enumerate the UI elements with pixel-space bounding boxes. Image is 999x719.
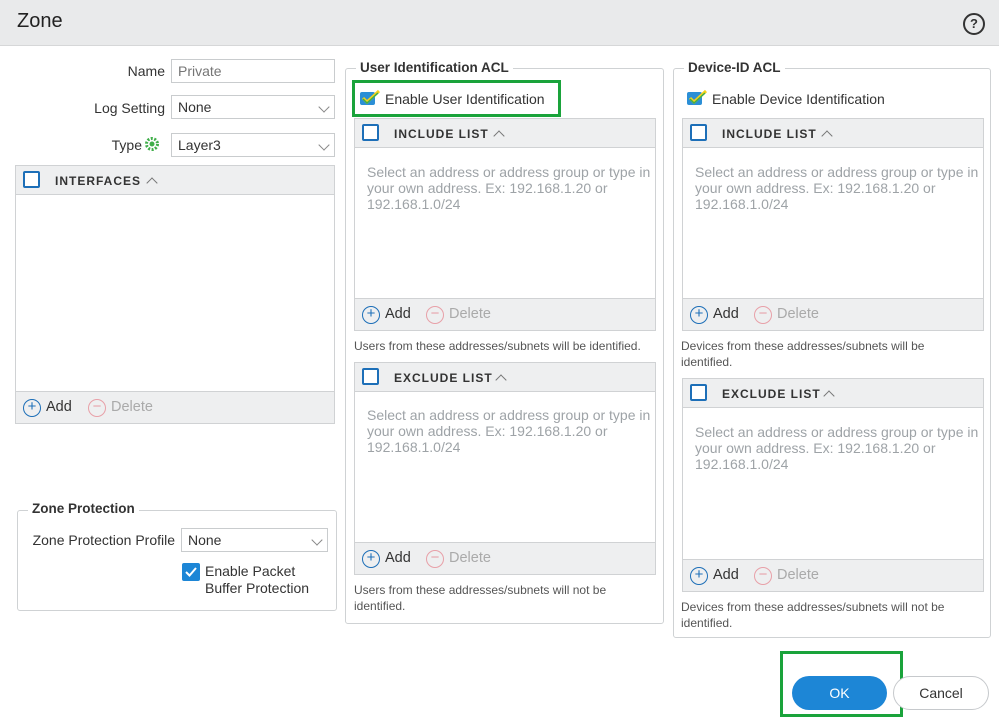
interfaces-footer: + Add − Delete (15, 392, 335, 424)
zone-protection-profile-select[interactable]: None (181, 528, 328, 552)
user-exclude-note: Users from these addresses/subnets will … (354, 583, 607, 613)
packet-buffer-label: Enable Packet Buffer Protection (205, 563, 309, 597)
delete-icon: − (88, 399, 106, 417)
interfaces-select-all-checkbox[interactable] (23, 171, 40, 188)
user-exclude-add-button[interactable]: Add (385, 550, 411, 566)
device-exclude-select-all-checkbox[interactable] (690, 384, 707, 401)
dialog-titlebar (0, 0, 999, 46)
interfaces-header: INTERFACES (15, 165, 335, 195)
zone-protection-legend: Zone Protection (28, 501, 139, 516)
device-exclude-list[interactable]: Select an address or address group or ty… (682, 408, 984, 560)
interfaces-list[interactable] (15, 195, 335, 392)
user-include-hint: Select an address or address group or ty… (367, 164, 651, 212)
add-icon[interactable]: + (23, 399, 41, 417)
device-exclude-add-button[interactable]: Add (713, 567, 739, 583)
device-include-list[interactable]: Select an address or address group or ty… (682, 148, 984, 299)
type-value: Layer3 (178, 137, 221, 153)
user-exclude-delete-button: Delete (449, 550, 491, 566)
zone-protection-profile-value: None (188, 532, 222, 548)
device-include-header-label: INCLUDE LIST (722, 127, 817, 141)
user-include-select-all-checkbox[interactable] (362, 124, 379, 141)
delete-icon: − (754, 306, 772, 324)
user-exclude-select-all-checkbox[interactable] (362, 368, 379, 385)
sort-up-icon[interactable] (495, 374, 507, 386)
device-include-note: Devices from these addresses/subnets wil… (681, 339, 925, 369)
chevron-down-icon (318, 101, 330, 113)
name-label: Name (127, 63, 165, 79)
user-include-header: INCLUDE LIST (354, 118, 656, 148)
user-include-delete-button: Delete (449, 306, 491, 322)
interfaces-delete-button: Delete (111, 399, 153, 415)
name-input[interactable] (171, 59, 335, 83)
device-include-select-all-checkbox[interactable] (690, 124, 707, 141)
add-icon[interactable]: + (690, 567, 708, 585)
log-setting-label: Log Setting (94, 100, 165, 116)
chevron-down-icon (311, 534, 323, 546)
device-include-footer: + Add − Delete (682, 299, 984, 331)
device-include-delete-button: Delete (777, 306, 819, 322)
user-exclude-header-label: EXCLUDE LIST (394, 371, 493, 385)
sort-up-icon[interactable] (493, 130, 505, 142)
dialog-title: Zone (17, 10, 63, 32)
packet-buffer-label-line1: Enable Packet (205, 563, 296, 579)
ok-button[interactable]: OK (792, 676, 887, 710)
user-include-add-button[interactable]: Add (385, 306, 411, 322)
log-setting-value: None (178, 99, 212, 115)
checkmark-icon (185, 567, 197, 577)
checkbox-checked-icon[interactable] (686, 89, 708, 107)
device-exclude-hint: Select an address or address group or ty… (695, 424, 979, 472)
device-include-add-button[interactable]: Add (713, 306, 739, 322)
user-include-list[interactable]: Select an address or address group or ty… (354, 148, 656, 299)
enable-user-id-label[interactable]: Enable User Identification (385, 91, 545, 107)
delete-icon: − (754, 567, 772, 585)
user-exclude-list[interactable]: Select an address or address group or ty… (354, 392, 656, 543)
user-include-footer: + Add − Delete (354, 299, 656, 331)
gear-icon (145, 137, 159, 151)
chevron-down-icon (318, 139, 330, 151)
sort-up-icon[interactable] (821, 130, 833, 142)
packet-buffer-checkbox[interactable] (182, 563, 200, 581)
enable-device-id-label[interactable]: Enable Device Identification (712, 91, 885, 107)
device-include-header: INCLUDE LIST (682, 118, 984, 148)
device-exclude-header-label: EXCLUDE LIST (722, 387, 821, 401)
log-setting-select[interactable]: None (171, 95, 335, 119)
user-exclude-hint: Select an address or address group or ty… (367, 407, 651, 455)
help-icon[interactable]: ? (963, 13, 985, 35)
type-select[interactable]: Layer3 (171, 133, 335, 157)
device-exclude-header: EXCLUDE LIST (682, 378, 984, 408)
device-exclude-footer: + Add − Delete (682, 560, 984, 592)
device-acl-legend: Device-ID ACL (684, 60, 785, 75)
user-acl-legend: User Identification ACL (356, 60, 513, 75)
delete-icon: − (426, 306, 444, 324)
user-exclude-header: EXCLUDE LIST (354, 362, 656, 392)
device-include-hint: Select an address or address group or ty… (695, 164, 979, 212)
checkbox-checked-icon[interactable] (359, 89, 381, 107)
device-exclude-note: Devices from these addresses/subnets wil… (681, 600, 945, 630)
sort-up-icon[interactable] (146, 177, 158, 189)
add-icon[interactable]: + (690, 306, 708, 324)
user-include-header-label: INCLUDE LIST (394, 127, 489, 141)
packet-buffer-label-line2: Buffer Protection (205, 580, 310, 596)
sort-up-icon[interactable] (823, 390, 835, 402)
cancel-button[interactable]: Cancel (893, 676, 989, 710)
type-label: Type (111, 137, 142, 153)
delete-icon: − (426, 550, 444, 568)
interfaces-add-button[interactable]: Add (46, 399, 72, 415)
zone-protection-profile-label: Zone Protection Profile (32, 532, 175, 548)
user-include-note: Users from these addresses/subnets will … (354, 339, 641, 353)
add-icon[interactable]: + (362, 550, 380, 568)
interfaces-header-label: INTERFACES (55, 174, 142, 188)
device-exclude-delete-button: Delete (777, 567, 819, 583)
user-exclude-footer: + Add − Delete (354, 543, 656, 575)
add-icon[interactable]: + (362, 306, 380, 324)
